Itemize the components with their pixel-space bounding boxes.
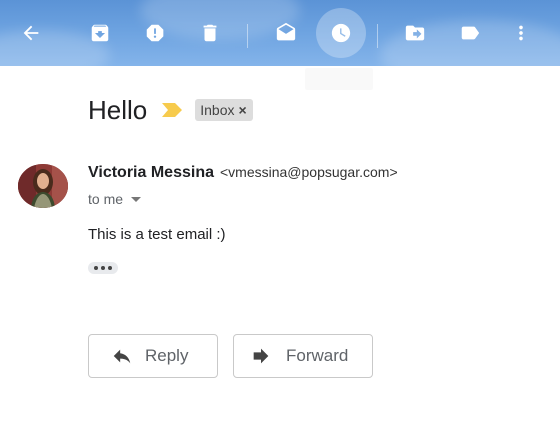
dot bbox=[101, 266, 105, 270]
sender-row: Victoria Messina <vmessina@popsugar.com> bbox=[88, 164, 398, 184]
sender-email: <vmessina@popsugar.com> bbox=[219, 164, 398, 180]
recipient-details-toggle[interactable]: to me bbox=[88, 190, 142, 208]
email-subject: Hello bbox=[88, 94, 148, 125]
forward-button[interactable]: Forward bbox=[233, 334, 373, 378]
report-spam-icon bbox=[146, 24, 164, 42]
report-spam-button[interactable] bbox=[130, 8, 180, 58]
more-button[interactable] bbox=[496, 8, 546, 58]
move-to-icon bbox=[405, 25, 425, 41]
inbox-label-chip: Inbox × bbox=[195, 99, 253, 121]
show-trimmed-content-button[interactable] bbox=[88, 262, 118, 274]
forward-icon bbox=[253, 348, 269, 364]
avatar[interactable] bbox=[18, 164, 68, 208]
reply-button[interactable]: Reply bbox=[88, 334, 218, 378]
tooltip-shadow bbox=[305, 68, 373, 90]
toolbar-divider bbox=[377, 24, 378, 48]
archive-button[interactable] bbox=[75, 8, 125, 58]
snooze-clock-icon bbox=[331, 23, 351, 43]
mark-unread-button[interactable] bbox=[261, 8, 311, 58]
sender-name[interactable]: Victoria Messina bbox=[88, 164, 214, 182]
reply-icon bbox=[113, 349, 131, 364]
back-arrow-icon bbox=[23, 25, 39, 41]
toolbar bbox=[0, 0, 560, 66]
message-body: This is a test email :) bbox=[88, 226, 226, 243]
snooze-button[interactable] bbox=[316, 8, 366, 58]
mark-unread-icon bbox=[276, 22, 296, 41]
reply-label: Reply bbox=[145, 346, 189, 365]
label-icon bbox=[461, 26, 480, 40]
delete-button[interactable] bbox=[185, 8, 235, 58]
trash-icon bbox=[203, 24, 217, 42]
forward-label: Forward bbox=[286, 346, 349, 365]
importance-marker-icon[interactable] bbox=[161, 102, 183, 118]
recipient-label: to me bbox=[88, 191, 124, 207]
label-text: Inbox bbox=[200, 102, 235, 118]
move-to-button[interactable] bbox=[390, 8, 440, 58]
more-vert-icon bbox=[519, 25, 523, 41]
subject-row: Hello Inbox × bbox=[88, 92, 253, 128]
remove-label-icon[interactable]: × bbox=[239, 102, 247, 118]
back-button[interactable] bbox=[6, 8, 56, 58]
dot bbox=[94, 266, 98, 270]
sender-photo bbox=[18, 164, 68, 208]
dot bbox=[108, 266, 112, 270]
labels-button[interactable] bbox=[445, 8, 495, 58]
caret-down-icon[interactable] bbox=[131, 196, 142, 202]
archive-icon bbox=[91, 24, 109, 42]
toolbar-divider bbox=[247, 24, 248, 48]
